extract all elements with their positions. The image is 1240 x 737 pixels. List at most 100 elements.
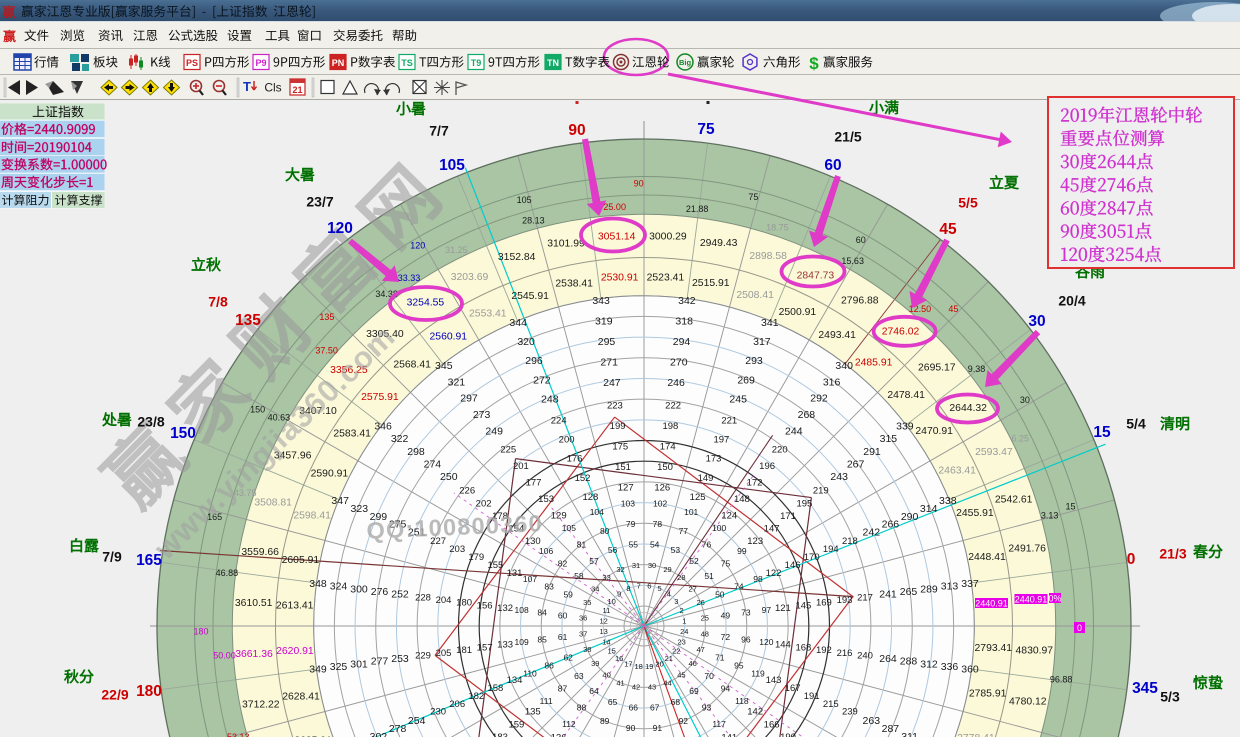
- svg-text:158: 158: [487, 683, 503, 694]
- svg-text:5/5: 5/5: [958, 195, 978, 211]
- svg-text:90: 90: [568, 122, 585, 139]
- svg-text:312: 312: [920, 658, 938, 670]
- svg-text:52: 52: [689, 556, 699, 566]
- svg-text:3712.22: 3712.22: [242, 700, 280, 711]
- svg-text:$: $: [809, 54, 819, 73]
- svg-text:43: 43: [648, 683, 656, 692]
- svg-text:69: 69: [689, 686, 699, 696]
- svg-text:7: 7: [637, 581, 641, 590]
- svg-text:150: 150: [250, 405, 265, 415]
- svg-text:246: 246: [667, 377, 685, 389]
- svg-text:23: 23: [677, 637, 685, 646]
- svg-text:339: 339: [896, 421, 914, 433]
- svg-text:74: 74: [734, 582, 744, 592]
- svg-text:45: 45: [948, 304, 958, 314]
- svg-text:181: 181: [456, 645, 472, 656]
- svg-text:191: 191: [804, 691, 820, 702]
- svg-text:31: 31: [632, 561, 640, 570]
- svg-text:2538.41: 2538.41: [555, 279, 593, 290]
- svg-text:2583.41: 2583.41: [333, 429, 371, 440]
- svg-text:51: 51: [704, 571, 714, 581]
- svg-text:97: 97: [762, 605, 772, 615]
- svg-text:127: 127: [618, 483, 634, 494]
- svg-text:2605.91: 2605.91: [282, 555, 320, 566]
- svg-text:277: 277: [371, 656, 389, 668]
- svg-text:2500.91: 2500.91: [779, 307, 817, 318]
- svg-text:109: 109: [515, 637, 529, 647]
- svg-text:293: 293: [745, 355, 763, 367]
- svg-text:53.13: 53.13: [227, 732, 250, 737]
- svg-text:132: 132: [497, 603, 513, 614]
- svg-text:268: 268: [798, 409, 816, 421]
- svg-text:274: 274: [424, 458, 442, 470]
- svg-text:201: 201: [513, 461, 529, 472]
- svg-text:17: 17: [624, 659, 632, 668]
- svg-text:90: 90: [626, 723, 636, 733]
- svg-text:90: 90: [634, 178, 644, 188]
- svg-text:40: 40: [602, 670, 610, 679]
- svg-text:320: 320: [517, 336, 535, 348]
- svg-text:81: 81: [577, 540, 587, 550]
- svg-text:14: 14: [602, 637, 610, 646]
- svg-text:192: 192: [816, 645, 832, 656]
- svg-text:147: 147: [764, 524, 780, 535]
- svg-text:133: 133: [497, 640, 513, 651]
- svg-text:2491.76: 2491.76: [1008, 544, 1046, 555]
- svg-text:18.75: 18.75: [766, 223, 789, 233]
- svg-text:196: 196: [759, 461, 775, 472]
- svg-text:298: 298: [407, 446, 425, 458]
- svg-text:134: 134: [507, 675, 523, 686]
- svg-text:269: 269: [737, 374, 755, 386]
- svg-text:56: 56: [608, 545, 618, 555]
- svg-text:35: 35: [583, 598, 591, 607]
- svg-text:206: 206: [449, 699, 465, 710]
- svg-text:5/3: 5/3: [1160, 689, 1180, 705]
- svg-text:120: 120: [759, 637, 773, 647]
- svg-text:8: 8: [626, 584, 630, 593]
- svg-text:79: 79: [626, 519, 636, 529]
- svg-text:3203.69: 3203.69: [451, 272, 489, 283]
- svg-text:291: 291: [863, 446, 881, 458]
- svg-text:82: 82: [558, 559, 568, 569]
- svg-text:91: 91: [653, 723, 663, 733]
- svg-text:80: 80: [600, 526, 610, 536]
- svg-text:20/4: 20/4: [1058, 293, 1085, 309]
- svg-text:215: 215: [823, 699, 839, 710]
- svg-text:25: 25: [701, 614, 709, 623]
- svg-text:325: 325: [330, 661, 348, 673]
- svg-text:108: 108: [515, 605, 529, 615]
- svg-text:2847.73: 2847.73: [797, 270, 835, 281]
- svg-text:4830.97: 4830.97: [1016, 646, 1054, 657]
- svg-text:30: 30: [1028, 313, 1045, 330]
- svg-text:167: 167: [785, 683, 801, 694]
- svg-text:120: 120: [410, 240, 425, 250]
- svg-text:92: 92: [679, 716, 689, 726]
- svg-text:222: 222: [665, 401, 681, 412]
- svg-text:175: 175: [612, 442, 628, 453]
- svg-text:60: 60: [824, 157, 841, 174]
- svg-text:50: 50: [715, 590, 725, 600]
- svg-text:165: 165: [136, 552, 162, 569]
- svg-text:44: 44: [663, 678, 671, 687]
- svg-text:3661.36: 3661.36: [235, 649, 273, 660]
- svg-text:25.00: 25.00: [603, 202, 626, 212]
- svg-text:129: 129: [551, 510, 567, 521]
- svg-text:2793.41: 2793.41: [975, 643, 1013, 654]
- svg-text:6: 6: [647, 581, 651, 590]
- svg-text:86: 86: [544, 660, 554, 670]
- svg-text:278: 278: [389, 723, 407, 735]
- svg-text:30: 30: [648, 561, 656, 570]
- svg-text:TN: TN: [547, 58, 559, 68]
- svg-text:2485.91: 2485.91: [855, 358, 893, 369]
- svg-text:322: 322: [391, 433, 409, 445]
- svg-text:93: 93: [702, 703, 712, 713]
- svg-text:2493.41: 2493.41: [818, 330, 856, 341]
- svg-text:183: 183: [492, 732, 508, 737]
- svg-text:226: 226: [459, 486, 475, 497]
- svg-text:3610.51: 3610.51: [235, 598, 273, 609]
- svg-text:15.63: 15.63: [841, 256, 864, 266]
- svg-text:2508.41: 2508.41: [736, 290, 774, 301]
- svg-text:346: 346: [374, 421, 392, 433]
- svg-text:84: 84: [537, 608, 547, 618]
- svg-text:7/9: 7/9: [102, 549, 122, 565]
